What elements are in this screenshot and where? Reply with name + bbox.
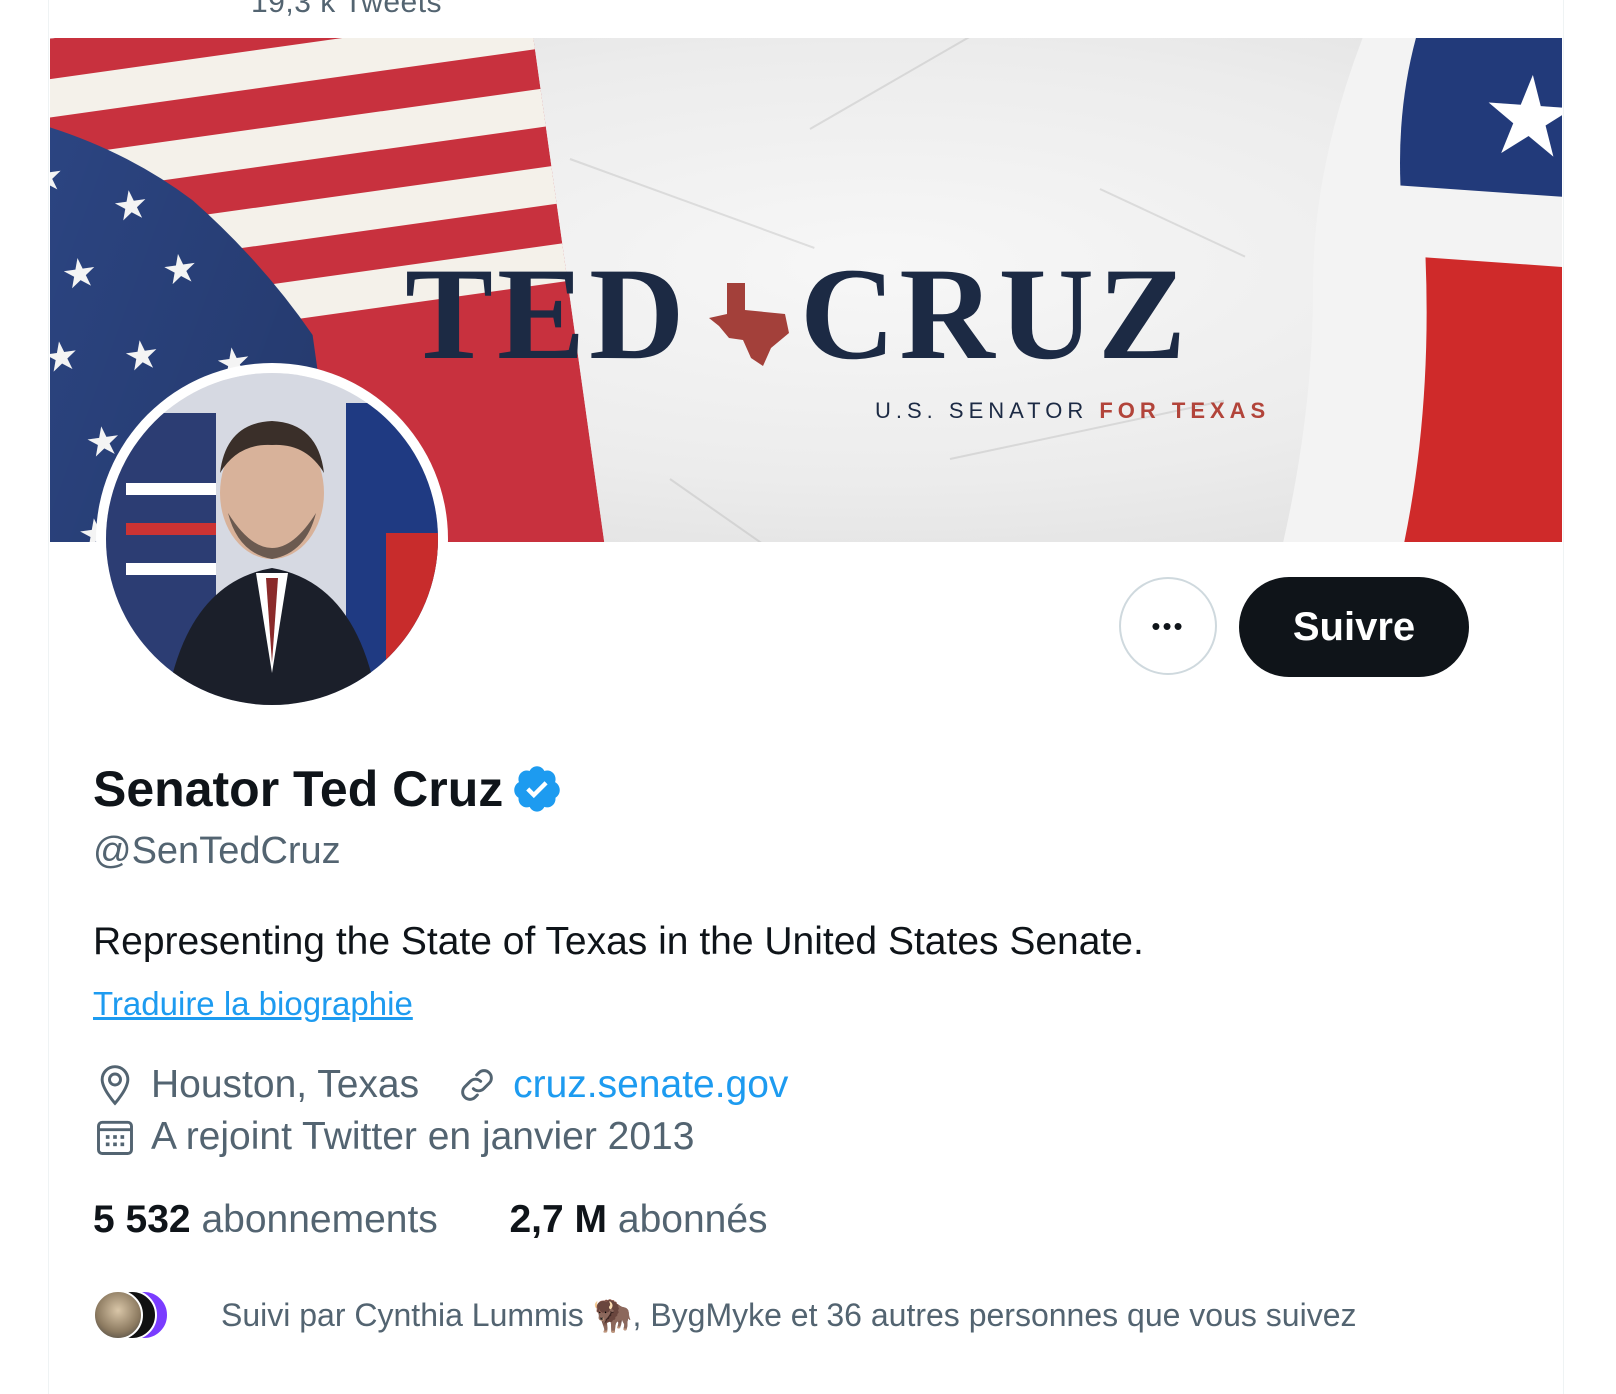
svg-text:★: ★ [121, 332, 163, 381]
svg-text:★: ★ [159, 246, 201, 295]
profile-column: 19,3 k Tweets ★ ★ ★ ★ ★ ★ ★ ★ ★ TED CRUZ… [48, 0, 1564, 1394]
svg-text:★: ★ [59, 250, 101, 299]
calendar-icon [97, 1120, 133, 1155]
follower-avatar-1 [93, 1290, 143, 1340]
svg-text:★: ★ [1476, 52, 1562, 182]
profile-bio: Representing the State of Texas in the U… [93, 920, 1144, 963]
verified-badge-icon [514, 766, 560, 812]
link-icon [461, 1069, 493, 1101]
translate-bio-link[interactable]: Traduire la biographie [93, 985, 413, 1023]
profile-join-date: A rejoint Twitter en janvier 2013 [151, 1115, 695, 1158]
banner-subtitle: U.S. SENATOR FOR TEXAS [875, 398, 1270, 424]
following-count: 5 532 [93, 1198, 191, 1241]
texas-shape-icon [709, 283, 789, 366]
profile-meta-row-1: Houston, Texas cruz.senate.gov [93, 1063, 788, 1107]
followers-count: 2,7 M [509, 1198, 608, 1241]
followed-by-prefix: Suivi par Cynthia Lummis [221, 1297, 593, 1333]
banner-subtitle-plain: U.S. SENATOR [875, 398, 1100, 423]
followed-by-suffix: , BygMyke et 36 autres personnes que vou… [632, 1297, 1357, 1333]
location-pin-icon [100, 1065, 130, 1106]
bison-emoji-icon: 🦬 [592, 1297, 633, 1333]
banner-logo: TED CRUZ U.S. SENATOR FOR TEXAS [405, 248, 1305, 428]
tweet-count: 19,3 k Tweets [251, 0, 443, 19]
followed-by-text: Suivi par Cynthia Lummis 🦬, BygMyke et 3… [221, 1296, 1356, 1334]
more-options-icon: ••• [1151, 610, 1185, 641]
profile-name-row: Senator Ted Cruz [93, 760, 563, 818]
banner-word-cruz: CRUZ [800, 240, 1191, 387]
followers-label: abonnés [617, 1198, 768, 1241]
svg-text:★: ★ [110, 182, 152, 231]
profile-location: Houston, Texas [151, 1063, 420, 1106]
banner-word-ted: TED [405, 240, 689, 387]
follow-button[interactable]: Suivre [1239, 577, 1469, 677]
profile-website-link[interactable]: cruz.senate.gov [513, 1063, 788, 1107]
profile-handle: @SenTedCruz [93, 830, 341, 872]
avatar-photo [106, 373, 438, 705]
followers-link[interactable]: 2,7 M abonnés [509, 1198, 767, 1241]
profile-meta-row-2: A rejoint Twitter en janvier 2013 [93, 1115, 694, 1159]
following-link[interactable]: 5 532 abonnements [93, 1198, 438, 1241]
following-label: abonnements [201, 1198, 438, 1241]
followed-by-avatars [93, 1290, 183, 1340]
profile-stats: 5 532 abonnements 2,7 M abonnés [93, 1198, 768, 1242]
followed-by-row[interactable]: Suivi par Cynthia Lummis 🦬, BygMyke et 3… [93, 1290, 1356, 1340]
profile-name: Senator Ted Cruz [93, 761, 504, 817]
more-options-button[interactable]: ••• [1119, 577, 1217, 675]
banner-subtitle-accent: FOR TEXAS [1099, 398, 1271, 423]
profile-avatar[interactable] [96, 363, 448, 715]
